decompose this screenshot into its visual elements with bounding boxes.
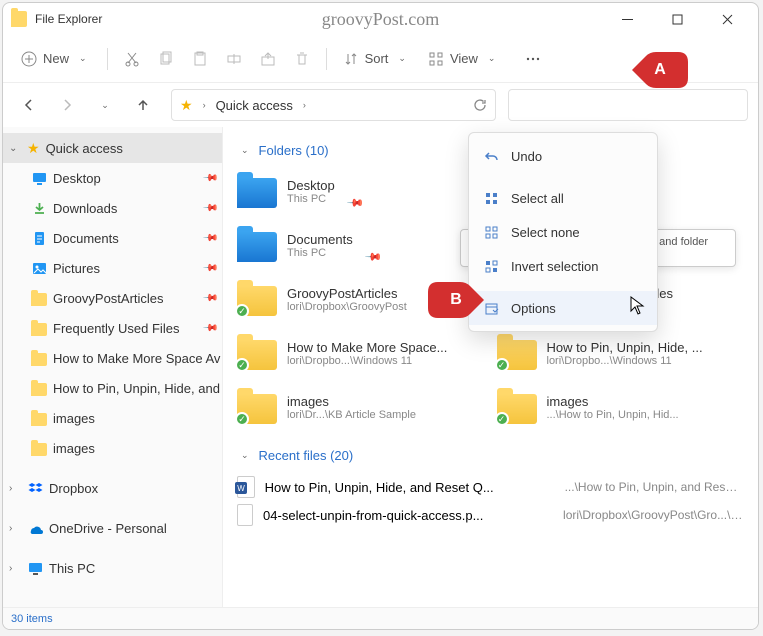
- search-input[interactable]: [508, 89, 748, 121]
- sync-badge-icon: ✓: [495, 358, 509, 372]
- sidebar-item-documents[interactable]: Documents📌: [3, 223, 222, 253]
- menu-options[interactable]: Options: [469, 291, 657, 325]
- star-icon: ★: [27, 140, 40, 157]
- view-button[interactable]: View ⌄: [420, 42, 508, 76]
- close-button[interactable]: [704, 3, 750, 35]
- sidebar-item-folder[interactable]: GroovyPostArticles📌: [3, 283, 222, 313]
- app-icon: [11, 11, 27, 27]
- cursor-icon: [630, 296, 646, 316]
- file-icon: [237, 504, 253, 526]
- select-none-icon: [483, 225, 499, 240]
- callout-b: B: [428, 282, 484, 318]
- sidebar-item-folder[interactable]: How to Pin, Unpin, Hide, and: [3, 373, 222, 403]
- sidebar-item-folder[interactable]: How to Make More Space Av: [3, 343, 222, 373]
- new-label: New: [43, 51, 69, 66]
- recent-locations-button[interactable]: ⌄: [89, 89, 121, 121]
- word-file-icon: [237, 476, 255, 498]
- pin-icon: 📌: [201, 290, 218, 307]
- menu-invert-selection[interactable]: Invert selection: [469, 249, 657, 283]
- folder-item[interactable]: ✓How to Make More Space...lori\Dropbo...…: [237, 330, 485, 376]
- invert-icon: [483, 259, 499, 274]
- sidebar-item-folder[interactable]: Frequently Used Files📌: [3, 313, 222, 343]
- sidebar-thispc[interactable]: ›This PC: [3, 553, 222, 583]
- sync-badge-icon: ✓: [235, 358, 249, 372]
- sidebar-item-folder[interactable]: images: [3, 403, 222, 433]
- callout-a: A: [632, 52, 688, 88]
- delete-button[interactable]: [286, 42, 318, 76]
- sidebar-item-desktop[interactable]: Desktop📌: [3, 163, 222, 193]
- file-item[interactable]: 04-select-unpin-from-quick-access.p...lo…: [237, 501, 744, 529]
- sync-badge-icon: ✓: [235, 304, 249, 318]
- pin-icon: 📌: [201, 260, 218, 277]
- sidebar-onedrive[interactable]: ›OneDrive - Personal: [3, 513, 222, 543]
- star-icon: ★: [180, 97, 193, 114]
- share-button[interactable]: [252, 42, 284, 76]
- file-item[interactable]: How to Pin, Unpin, Hide, and Reset Q....…: [237, 473, 744, 501]
- paste-button[interactable]: [184, 42, 216, 76]
- folder-item[interactable]: ✓imageslori\Dr...\KB Article Sample: [237, 384, 485, 430]
- options-icon: [483, 301, 499, 316]
- cut-button[interactable]: [116, 42, 148, 76]
- titlebar: File Explorer groovyPost.com: [3, 3, 758, 35]
- sort-button[interactable]: Sort ⌄: [335, 42, 418, 76]
- minimize-button[interactable]: [604, 3, 650, 35]
- pin-icon: 📌: [346, 193, 362, 209]
- folder-item[interactable]: ✓images...\How to Pin, Unpin, Hid...: [497, 384, 745, 430]
- copy-button[interactable]: [150, 42, 182, 76]
- menu-select-none[interactable]: Select none: [469, 215, 657, 249]
- menu-select-all[interactable]: Select all: [469, 181, 657, 215]
- status-bar: 30 items: [3, 607, 758, 629]
- pin-icon: 📌: [201, 230, 218, 247]
- back-button[interactable]: [13, 89, 45, 121]
- forward-button[interactable]: [51, 89, 83, 121]
- item-count: 30 items: [11, 613, 53, 625]
- sidebar-item-pictures[interactable]: Pictures📌: [3, 253, 222, 283]
- folder-item[interactable]: DesktopThis PC📌: [237, 168, 485, 214]
- folder-item[interactable]: ✓How to Pin, Unpin, Hide, ...lori\Dropbo…: [497, 330, 745, 376]
- maximize-button[interactable]: [654, 3, 700, 35]
- sidebar-item-folder[interactable]: images: [3, 433, 222, 463]
- recent-group-header[interactable]: ⌄Recent files (20): [237, 448, 744, 463]
- sync-badge-icon: ✓: [235, 412, 249, 426]
- pin-icon: 📌: [201, 320, 218, 337]
- folder-item[interactable]: DocumentsThis PC📌: [237, 222, 485, 268]
- up-button[interactable]: [127, 89, 159, 121]
- sidebar-item-downloads[interactable]: Downloads📌: [3, 193, 222, 223]
- new-button[interactable]: New ⌄: [13, 42, 99, 76]
- watermark: groovyPost.com: [322, 9, 440, 30]
- view-label: View: [450, 51, 478, 66]
- refresh-icon[interactable]: [473, 98, 487, 112]
- navigation-pane: ⌄★ Quick access Desktop📌 Downloads📌 Docu…: [3, 127, 223, 607]
- sidebar-quick-access[interactable]: ⌄★ Quick access: [3, 133, 222, 163]
- select-all-icon: [483, 191, 499, 206]
- sort-label: Sort: [365, 51, 389, 66]
- pin-icon: 📌: [201, 200, 218, 217]
- more-button[interactable]: [517, 42, 549, 76]
- undo-icon: [483, 149, 499, 164]
- sync-badge-icon: ✓: [495, 412, 509, 426]
- breadcrumb-root[interactable]: Quick access: [216, 98, 293, 113]
- pin-icon: 📌: [364, 247, 380, 263]
- window-title: File Explorer: [35, 12, 604, 26]
- address-bar[interactable]: ★ › Quick access ›: [171, 89, 496, 121]
- sidebar-dropbox[interactable]: ›Dropbox: [3, 473, 222, 503]
- rename-button[interactable]: [218, 42, 250, 76]
- nav-row: ⌄ ★ › Quick access ›: [3, 83, 758, 127]
- pin-icon: 📌: [201, 170, 218, 187]
- menu-undo[interactable]: Undo: [469, 139, 657, 173]
